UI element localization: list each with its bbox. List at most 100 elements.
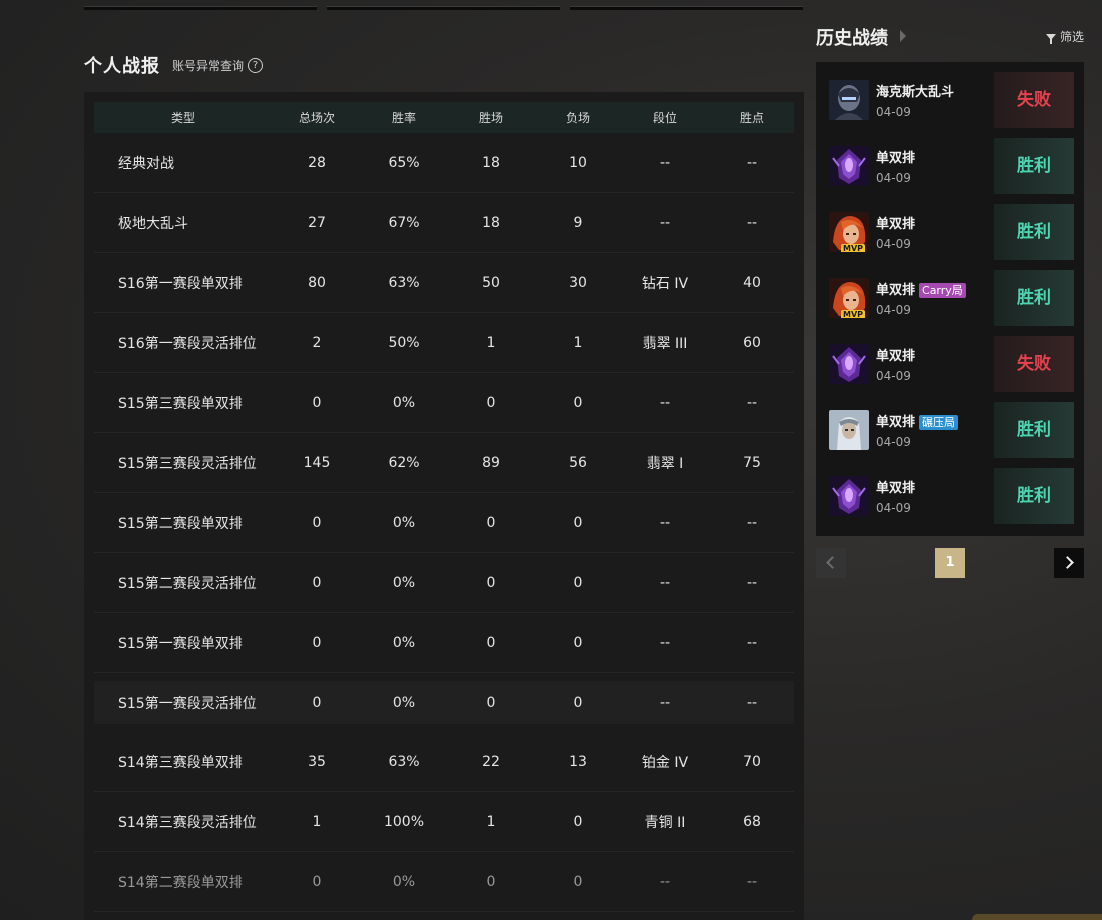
cell-type: S14第二赛段单双排 <box>118 874 243 891</box>
cell-lp: -- <box>746 514 758 531</box>
void-purple-champion-icon <box>829 476 869 516</box>
help-icon[interactable]: ? <box>248 57 264 73</box>
cell-wins: 50 <box>482 274 500 291</box>
match-mode-label: 单双排 <box>876 481 916 496</box>
cell-rank: 铂金 IV <box>641 754 689 771</box>
page-title: 个人战报 <box>84 56 160 77</box>
table-row: S15第一赛段单双排 0 0% 0 0 -- -- <box>94 613 794 673</box>
header-wins: 胜场 <box>478 111 503 125</box>
result-lose-badge: 失败 <box>994 72 1074 128</box>
void-purple-champion-icon <box>829 344 869 384</box>
cell-rank: -- <box>659 214 671 231</box>
carry-tag: Carry局 <box>919 283 966 298</box>
history-title[interactable]: 历史战绩 <box>816 24 888 50</box>
table-row: S15第三赛段单双排 0 0% 0 0 -- -- <box>94 373 794 433</box>
cell-losses: 30 <box>569 274 587 291</box>
cell-winrate: 63% <box>388 753 420 770</box>
match-item[interactable]: 单双排 04-09 失败 <box>824 336 1074 392</box>
cell-type: S15第三赛段灵活排位 <box>118 455 257 472</box>
next-page-button[interactable] <box>1054 548 1084 578</box>
table-row: S15第二赛段灵活排位 0 0% 0 0 -- -- <box>94 553 794 613</box>
cell-winrate: 65% <box>388 154 420 171</box>
top-tab-bars <box>84 0 804 10</box>
red-hair-champion-icon: MVP <box>829 278 869 318</box>
match-date: 04-09 <box>876 435 911 449</box>
cell-losses: 10 <box>569 154 587 171</box>
table-row: S15第一赛段灵活排位 0 0% 0 0 -- -- <box>94 681 794 724</box>
cell-total: 1 <box>312 813 322 830</box>
caret-right-icon[interactable] <box>900 30 906 42</box>
cell-wins: 1 <box>486 334 496 351</box>
match-mode-label: 单双排 <box>876 283 916 298</box>
match-mode: 海克斯大乱斗 <box>876 81 954 100</box>
match-item[interactable]: 单双排 04-09 胜利 <box>824 468 1074 524</box>
mvp-badge: MVP <box>841 244 866 252</box>
match-mode-label: 单双排 <box>876 151 916 166</box>
prev-page-button[interactable] <box>816 548 846 578</box>
page-number[interactable]: 1 <box>935 548 965 578</box>
filter-button[interactable]: 筛选 <box>1045 28 1084 45</box>
silver-knight-champion-icon <box>829 410 869 450</box>
cell-type: S15第二赛段单双排 <box>118 515 243 532</box>
cell-wins: 18 <box>482 154 500 171</box>
match-date: 04-09 <box>876 501 911 515</box>
cell-winrate: 50% <box>388 334 420 351</box>
match-item[interactable]: MVP 单双排 04-09 胜利 <box>824 204 1074 260</box>
account-check-link[interactable]: 账号异常查询 ? <box>172 57 264 74</box>
result-win-badge: 胜利 <box>994 402 1074 458</box>
cell-losses: 0 <box>573 634 583 651</box>
cell-losses: 0 <box>573 694 583 711</box>
void-purple-champion-icon <box>829 146 869 186</box>
filter-label: 筛选 <box>1059 30 1084 44</box>
cell-wins: 89 <box>482 454 500 471</box>
match-item[interactable]: MVP 单双排 Carry局 04-09 胜利 <box>824 270 1074 326</box>
top-tab-bar[interactable] <box>570 6 803 10</box>
cell-rank: 翡翠 I <box>646 455 684 472</box>
cell-lp: 70 <box>743 753 761 770</box>
cell-total: 28 <box>308 154 326 171</box>
cell-losses: 0 <box>573 514 583 531</box>
match-mode: 单双排 碾压局 <box>876 411 959 430</box>
top-tab-bar[interactable] <box>327 6 560 10</box>
cell-total: 0 <box>312 694 322 711</box>
match-item[interactable]: 海克斯大乱斗 04-09 失败 <box>824 72 1074 128</box>
match-mode-label: 单双排 <box>876 415 916 430</box>
match-item[interactable]: 单双排 碾压局 04-09 胜利 <box>824 402 1074 458</box>
cell-rank: -- <box>659 394 671 411</box>
cell-total: 0 <box>312 873 322 890</box>
cell-rank: -- <box>659 514 671 531</box>
cell-winrate: 100% <box>383 813 425 830</box>
header-losses: 负场 <box>565 111 590 125</box>
cell-winrate: 0% <box>392 634 416 651</box>
match-item[interactable]: 单双排 04-09 胜利 <box>824 138 1074 194</box>
match-mode-label: 海克斯大乱斗 <box>876 85 955 100</box>
cell-lp: -- <box>746 634 758 651</box>
header-rank: 段位 <box>652 111 677 125</box>
cell-lp: 40 <box>743 274 761 291</box>
cell-losses: 0 <box>573 813 583 830</box>
cell-lp: 68 <box>743 813 761 830</box>
result-win-badge: 胜利 <box>994 138 1074 194</box>
filter-icon <box>1045 33 1056 44</box>
match-date: 04-09 <box>876 369 911 383</box>
cell-lp: -- <box>746 574 758 591</box>
cell-wins: 22 <box>482 753 500 770</box>
cell-losses: 56 <box>569 454 587 471</box>
history-list: 海克斯大乱斗 04-09 失败 单双排 04-09 胜利 MVP 单双排 04-09 胜利 MVP 单… <box>816 62 1084 536</box>
cell-type: S16第一赛段单双排 <box>118 275 243 292</box>
match-mode-label: 单双排 <box>876 349 916 364</box>
table-row: S14第三赛段灵活排位 1 100% 1 0 青铜 II 68 <box>94 792 794 852</box>
cell-total: 35 <box>308 753 326 770</box>
cell-winrate: 62% <box>388 454 420 471</box>
cell-lp: -- <box>746 394 758 411</box>
header-lp: 胜点 <box>739 111 764 125</box>
cell-winrate: 0% <box>392 394 416 411</box>
top-tab-bar[interactable] <box>84 6 317 10</box>
header-total: 总场次 <box>298 111 335 125</box>
cell-rank: 青铜 II <box>644 814 686 831</box>
cell-lp: -- <box>746 154 758 171</box>
cell-winrate: 0% <box>392 574 416 591</box>
header-type: 类型 <box>170 111 195 125</box>
stats-table-header: 类型 总场次 胜率 胜场 负场 段位 胜点 <box>94 102 794 133</box>
cell-wins: 0 <box>486 694 496 711</box>
